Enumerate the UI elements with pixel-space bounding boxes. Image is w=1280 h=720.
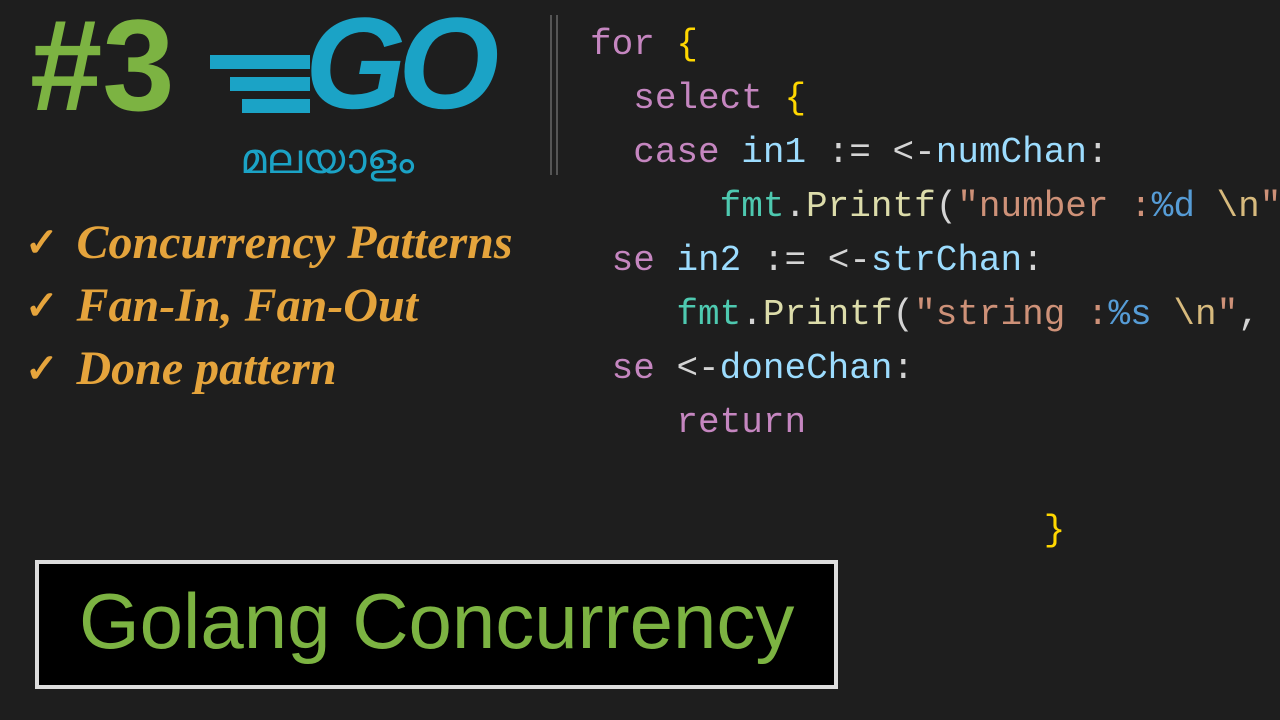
bullet-text: Done pattern bbox=[77, 341, 337, 396]
title-box: Golang Concurrency bbox=[35, 560, 838, 689]
bullet-item: ✓ Fan-In, Fan-Out bbox=[25, 278, 513, 333]
bullet-text: Concurrency Patterns bbox=[77, 215, 513, 270]
go-speed-lines-icon bbox=[210, 55, 310, 121]
bullet-item: ✓ Done pattern bbox=[25, 341, 513, 396]
episode-number: #3 bbox=[30, 0, 175, 140]
check-icon: ✓ bbox=[25, 346, 59, 392]
vertical-divider bbox=[550, 15, 558, 175]
go-logo-text: GO bbox=[305, 0, 491, 138]
main-title: Golang Concurrency bbox=[79, 576, 794, 667]
bullet-list: ✓ Concurrency Patterns ✓ Fan-In, Fan-Out… bbox=[25, 215, 513, 404]
check-icon: ✓ bbox=[25, 283, 59, 329]
subtitle-malayalam: മലയാളം bbox=[240, 135, 414, 184]
code-snippet: for { select { case in1 := <-numChan: fm… bbox=[590, 18, 1280, 558]
check-icon: ✓ bbox=[25, 220, 59, 266]
bullet-item: ✓ Concurrency Patterns bbox=[25, 215, 513, 270]
bullet-text: Fan-In, Fan-Out bbox=[77, 278, 418, 333]
